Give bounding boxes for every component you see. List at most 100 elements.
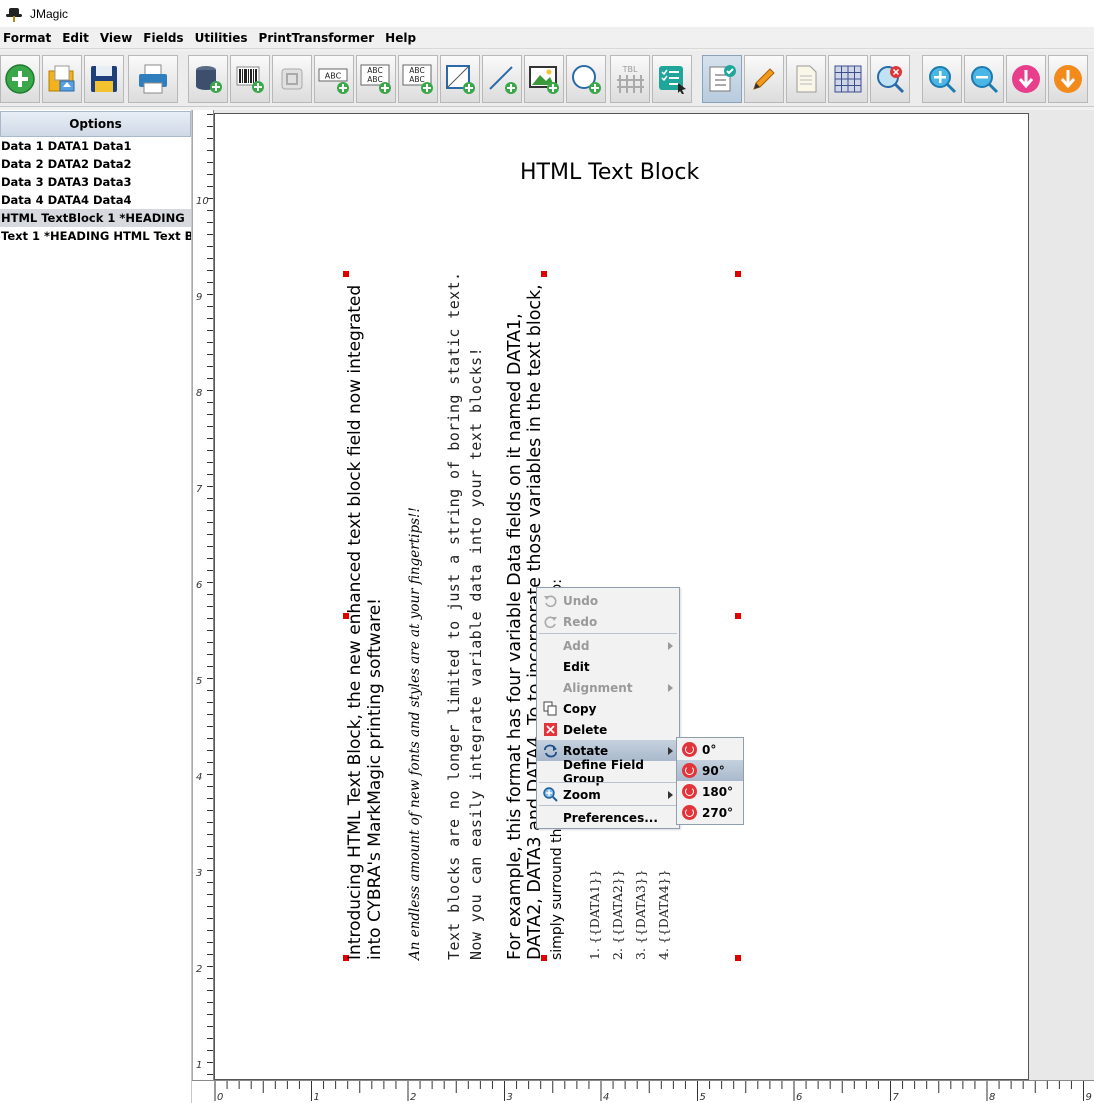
menu-help[interactable]: Help <box>382 31 422 45</box>
list-item: 4. {{DATA4}} <box>656 869 671 960</box>
rotate-90-item[interactable]: 90° <box>677 760 743 781</box>
orange-arrow-button[interactable] <box>1048 55 1088 103</box>
menu-item-edit[interactable]: Edit <box>537 656 679 677</box>
add-database-field-button[interactable] <box>188 55 228 103</box>
add-barcode-button[interactable] <box>230 55 270 103</box>
rotate-270-item[interactable]: 270° <box>677 802 743 823</box>
document-button[interactable] <box>786 55 826 103</box>
add-circle-button[interactable] <box>566 55 606 103</box>
ruler-label: 4 <box>603 1092 609 1103</box>
ruler-label: 3 <box>196 868 202 879</box>
menu-item-define-field-group[interactable]: Define Field Group <box>537 758 679 786</box>
intro-line-1: Introducing HTML Text Block, the new enh… <box>345 284 365 960</box>
zoom-out-button[interactable] <box>964 55 1004 103</box>
ruler-label: 2 <box>410 1092 416 1103</box>
title-bar: JMagic <box>0 0 1094 27</box>
table-button[interactable]: TBL <box>610 55 650 103</box>
options-header: Options <box>0 111 191 137</box>
window-title: JMagic <box>30 6 69 21</box>
open-folder-icon <box>48 65 75 92</box>
grid-button[interactable] <box>828 55 868 103</box>
list-item[interactable]: Text 1 *HEADING HTML Text Block <box>0 227 191 245</box>
menu-item-add[interactable]: Add <box>537 635 679 656</box>
menu-view[interactable]: View <box>97 31 138 45</box>
ruler-label: 8 <box>989 1092 995 1103</box>
table-icon: TBL <box>617 65 644 93</box>
zoom-in-button[interactable] <box>922 55 962 103</box>
rotate-180-item[interactable]: 180° <box>677 781 743 802</box>
ruler-label: 2 <box>196 964 202 975</box>
add-html-text-block-button[interactable]: ABC ABC <box>398 55 438 103</box>
save-icon <box>91 66 117 92</box>
list-item[interactable]: Data 3 DATA3 Data3 <box>0 173 191 191</box>
new-button[interactable] <box>0 55 40 103</box>
heading-text-field[interactable]: HTML Text Block <box>520 160 699 185</box>
checklist-button[interactable] <box>702 55 742 103</box>
options-panel: Options Data 1 DATA1 Data1 Data 2 DATA2 … <box>0 110 192 1103</box>
checklist-cursor-icon <box>659 66 686 94</box>
rotate-icon <box>682 742 697 757</box>
list-item[interactable]: Data 4 DATA4 Data4 <box>0 191 191 209</box>
selection-handle[interactable] <box>735 613 741 619</box>
list-item[interactable]: Data 2 DATA2 Data2 <box>0 155 191 173</box>
zoom-cancel-button[interactable] <box>870 55 910 103</box>
selection-handle[interactable] <box>735 955 741 961</box>
menu-separator <box>539 633 677 634</box>
pencil-icon <box>753 68 775 90</box>
menu-edit[interactable]: Edit <box>59 31 95 45</box>
toolbar: ABC ABC ABC ABC ABC TBL <box>0 51 1094 107</box>
edit-button[interactable] <box>744 55 784 103</box>
menu-item-preferences[interactable]: Preferences... <box>537 807 679 828</box>
select-fields-button[interactable] <box>652 55 692 103</box>
italic-line: An endless amount of new fonts and style… <box>407 507 423 960</box>
open-button[interactable] <box>42 55 82 103</box>
menu-item-copy[interactable]: Copy <box>537 698 679 719</box>
pink-arrow-button[interactable] <box>1006 55 1046 103</box>
undo-icon <box>544 595 557 608</box>
svg-text:ABC: ABC <box>367 66 382 75</box>
menu-fields[interactable]: Fields <box>140 31 189 45</box>
image-field-button[interactable] <box>272 55 312 103</box>
vertical-ruler-ticks: 10 9 8 7 6 5 4 3 2 1 <box>196 114 213 1075</box>
selection-handle[interactable] <box>343 271 349 277</box>
ruler-label: 10 <box>196 196 209 207</box>
print-button[interactable] <box>128 55 178 103</box>
add-line-button[interactable] <box>482 55 522 103</box>
ruler-label: 0 <box>217 1092 223 1103</box>
text-abc-add-icon: ABC <box>318 68 349 94</box>
svg-text:ABC: ABC <box>325 72 342 81</box>
menu-item-undo[interactable]: Undo <box>537 590 679 611</box>
selection-handle[interactable] <box>541 271 547 277</box>
redo-icon <box>544 616 557 629</box>
ruler-label: 4 <box>196 772 202 783</box>
picture-add-icon <box>529 66 559 94</box>
zoom-out-icon <box>971 66 999 94</box>
menu-printtransformer[interactable]: PrintTransformer <box>256 31 381 45</box>
submenu-arrow-icon <box>668 684 673 692</box>
menu-item-delete[interactable]: Delete <box>537 719 679 740</box>
image-field-icon <box>281 68 303 90</box>
submenu-arrow-icon <box>668 642 673 650</box>
ruler-label: 7 <box>196 484 203 495</box>
menu-item-alignment[interactable]: Alignment <box>537 677 679 698</box>
selection-handle[interactable] <box>735 271 741 277</box>
save-button[interactable] <box>84 55 124 103</box>
rotate-0-item[interactable]: 0° <box>677 739 743 760</box>
ruler-label: 9 <box>196 292 202 303</box>
add-picture-button[interactable] <box>524 55 564 103</box>
menu-utilities[interactable]: Utilities <box>192 31 254 45</box>
list-item[interactable]: Data 1 DATA1 Data1 <box>0 137 191 155</box>
menu-format[interactable]: Format <box>0 31 57 45</box>
database-add-icon <box>196 66 222 93</box>
add-box-button[interactable] <box>440 55 480 103</box>
menu-item-redo[interactable]: Redo <box>537 611 679 632</box>
add-text-block-button[interactable]: ABC ABC <box>356 55 396 103</box>
delete-icon <box>544 723 557 736</box>
add-text-button[interactable]: ABC <box>314 55 354 103</box>
ruler-label: 6 <box>196 580 202 591</box>
submenu-arrow-icon <box>668 747 673 755</box>
menu-item-zoom[interactable]: Zoom <box>537 784 679 805</box>
list-item[interactable]: HTML TextBlock 1 *HEADING <box>0 209 191 227</box>
ruler-label: 8 <box>196 388 202 399</box>
menu-separator <box>539 805 677 806</box>
